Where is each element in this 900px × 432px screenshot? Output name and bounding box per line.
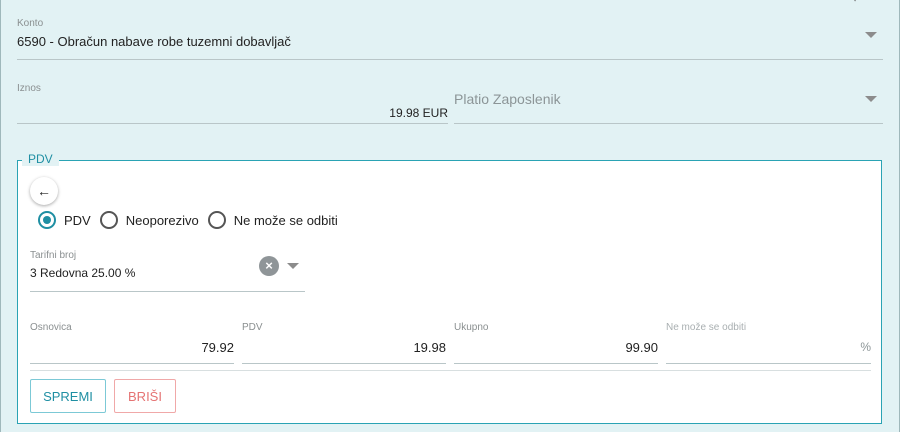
tarifni-broj-label: Tarifni broj (30, 250, 77, 261)
left-edge-line (0, 0, 1, 432)
tarifni-broj-dropdown-icon[interactable] (287, 263, 299, 269)
konto-label: Konto (17, 18, 44, 29)
ne-moze-se-odbiti-label: Ne može se odbiti (666, 322, 747, 333)
arrow-left-icon: ← (37, 183, 51, 199)
konto-dropdown-icon[interactable] (865, 32, 877, 38)
radio-pdv-label: PDV (64, 212, 91, 228)
back-button[interactable]: ← (30, 177, 58, 205)
ukupno-label: Ukupno (454, 322, 489, 333)
tarifni-broj-value: 3 Redovna 25.00 % (30, 266, 136, 280)
radio-neoporezivo-label: Neoporezivo (125, 212, 199, 228)
radio-pdv-circle[interactable] (38, 211, 56, 229)
ukupno-field[interactable]: Ukupno 99.90 (454, 320, 658, 364)
ne-moze-se-odbiti-suffix: % (860, 340, 871, 354)
pdv-amount-field[interactable]: PDV 19.98 (242, 320, 446, 364)
radio-pdv[interactable]: PDV (38, 211, 91, 229)
pdv-section-legend: PDV (22, 152, 59, 166)
divider (30, 370, 871, 371)
iznos-value: 19.98 EUR (389, 106, 448, 120)
iznos-label: Iznos (17, 83, 41, 94)
corner-mark (842, 0, 856, 6)
pdv-amount-value: 19.98 (413, 340, 446, 355)
delete-button[interactable]: BRIŠI (114, 379, 176, 413)
osnovica-label: Osnovica (30, 322, 72, 333)
osnovica-value: 79.92 (201, 340, 234, 355)
radio-ne-moze-circle[interactable] (207, 211, 226, 229)
ukupno-value: 99.90 (625, 340, 658, 355)
iznos-field[interactable]: Iznos 19.98 EUR (17, 78, 448, 124)
osnovica-field[interactable]: Osnovica 79.92 (30, 320, 234, 364)
radio-neoporezivo-circle[interactable] (99, 211, 118, 229)
payer-select[interactable]: Platio Zaposlenik (454, 78, 883, 124)
radio-ne-moze-se-odbiti[interactable]: Ne može se odbiti (207, 211, 338, 229)
payer-dropdown-icon[interactable] (865, 96, 877, 102)
radio-ne-moze-label: Ne može se odbiti (233, 212, 338, 228)
radio-neoporezivo[interactable]: Neoporezivo (99, 211, 199, 229)
ne-moze-se-odbiti-field[interactable]: Ne može se odbiti % (666, 320, 871, 364)
save-button[interactable]: SPREMI (30, 379, 106, 413)
konto-field[interactable]: Konto 6590 - Obračun nabave robe tuzemni… (17, 14, 883, 60)
konto-value: 6590 - Obračun nabave robe tuzemni dobav… (17, 34, 291, 49)
pdv-amount-label: PDV (242, 322, 263, 333)
payer-select-placeholder: Platio Zaposlenik (454, 91, 561, 107)
clear-icon[interactable]: × (259, 256, 279, 276)
vat-type-radio-group: PDV Neoporezivo Ne može se odbiti (38, 211, 347, 229)
